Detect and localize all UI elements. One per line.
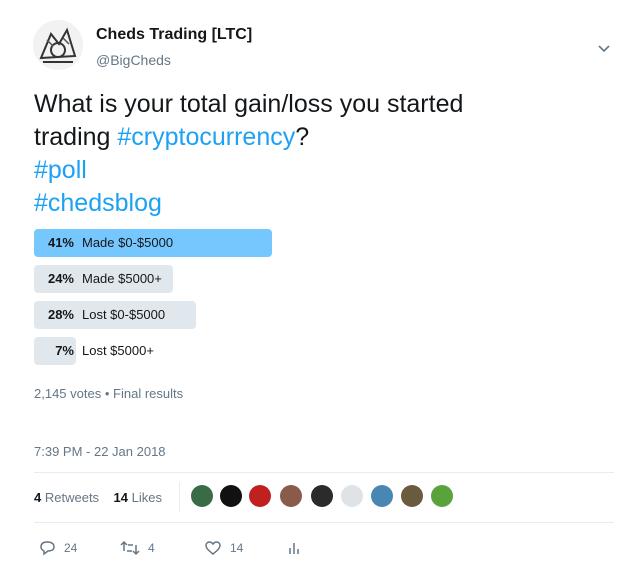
retweets-count: 4 bbox=[34, 490, 42, 505]
divider bbox=[34, 522, 614, 523]
like-button[interactable]: 14 bbox=[204, 540, 243, 556]
likes-count: 14 bbox=[113, 490, 128, 505]
poll-option-label: Made $0-$5000 bbox=[82, 235, 174, 250]
tweet-text-fragment: ? bbox=[295, 123, 310, 151]
divider bbox=[34, 472, 614, 473]
analytics-button[interactable] bbox=[286, 540, 302, 556]
poll-status: Final results bbox=[113, 386, 184, 401]
chevron-down-icon[interactable] bbox=[596, 40, 612, 56]
retweets-stat[interactable]: 4 Retweets bbox=[34, 490, 99, 505]
poll-votes: 2,145 votes bbox=[34, 386, 102, 401]
poll-percent: 41% bbox=[47, 235, 74, 250]
liker-avatar[interactable] bbox=[431, 485, 453, 507]
poll-meta: 2,145 votes • Final results bbox=[34, 386, 183, 401]
retweet-icon bbox=[120, 540, 140, 556]
liker-avatar[interactable] bbox=[341, 485, 363, 507]
tweet-text-fragment: trading bbox=[34, 123, 118, 151]
poll-separator: • bbox=[104, 386, 110, 401]
poll-percent: 7% bbox=[55, 343, 74, 358]
likes-label: Likes bbox=[131, 490, 162, 505]
liker-avatar[interactable] bbox=[220, 485, 242, 507]
tweet-line-2: trading #cryptocurrency? bbox=[34, 121, 614, 154]
poll: 41% Made $0-$5000 24% Made $5000+ 28% Lo… bbox=[34, 229, 594, 373]
author-name[interactable]: Cheds Trading [LTC] bbox=[96, 26, 252, 44]
retweets-label: Retweets bbox=[44, 490, 100, 505]
liker-avatar[interactable] bbox=[280, 485, 302, 507]
poll-percent: 24% bbox=[47, 271, 74, 286]
reply-icon bbox=[40, 541, 55, 556]
poll-option: 41% Made $0-$5000 bbox=[34, 229, 594, 257]
poll-option-label: Lost $5000+ bbox=[82, 343, 154, 358]
retweet-button[interactable]: 4 bbox=[120, 540, 155, 556]
poll-option: 28% Lost $0-$5000 bbox=[34, 301, 594, 329]
reply-button[interactable]: 24 bbox=[38, 540, 77, 556]
hashtag-link[interactable]: #cryptocurrency bbox=[117, 123, 295, 151]
hashtag-link[interactable]: #chedsblog bbox=[34, 187, 614, 220]
analytics-icon bbox=[289, 543, 299, 554]
tweet-stats: 4 Retweets 14 Likes bbox=[34, 490, 162, 505]
liker-avatar[interactable] bbox=[311, 485, 333, 507]
poll-percent: 28% bbox=[47, 307, 74, 322]
like-count: 14 bbox=[230, 541, 244, 555]
reply-count: 24 bbox=[64, 541, 78, 555]
poll-option-label: Lost $0-$5000 bbox=[82, 307, 166, 322]
liker-avatar[interactable] bbox=[371, 485, 393, 507]
poll-option: 24% Made $5000+ bbox=[34, 265, 594, 293]
hashtag-link[interactable]: #poll bbox=[34, 154, 614, 187]
likes-stat[interactable]: 14 Likes bbox=[114, 490, 162, 505]
author-handle[interactable]: @BigCheds bbox=[96, 52, 171, 68]
tweet-line-1: What is your total gain/loss you started bbox=[34, 90, 464, 118]
liker-avatar[interactable] bbox=[191, 485, 213, 507]
retweet-count: 4 bbox=[148, 541, 155, 555]
liker-avatar[interactable] bbox=[249, 485, 271, 507]
divider bbox=[179, 482, 180, 512]
author-avatar[interactable] bbox=[33, 20, 83, 70]
like-icon bbox=[205, 541, 221, 555]
tweet-text: What is your total gain/loss you started… bbox=[34, 88, 614, 220]
poll-option-label: Made $5000+ bbox=[82, 271, 162, 286]
poll-option: 7% Lost $5000+ bbox=[34, 337, 594, 365]
liker-avatar[interactable] bbox=[401, 485, 423, 507]
tweet-timestamp[interactable]: 7:39 PM - 22 Jan 2018 bbox=[34, 444, 166, 459]
